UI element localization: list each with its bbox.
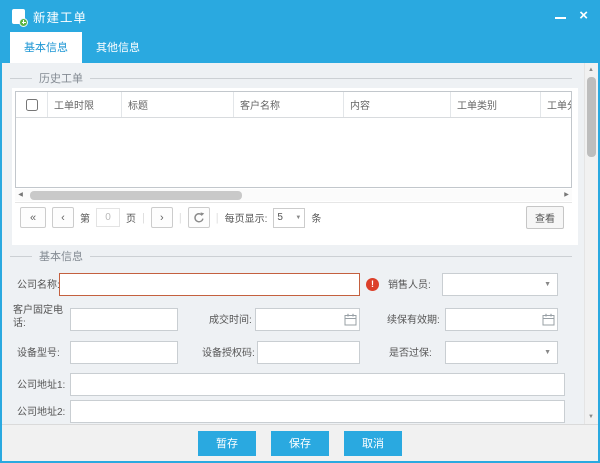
address1-input[interactable] (70, 373, 565, 396)
header-cell: 工单时限 (48, 92, 122, 117)
device-auth-code-input[interactable] (257, 341, 360, 364)
device-model-input[interactable] (70, 341, 178, 364)
header-cell: 工单分类 (541, 92, 572, 117)
table-header-row: 工单时限 标题 客户名称 内容 工单类别 工单分类 (16, 92, 571, 118)
page-prefix-label: 第 (80, 210, 90, 225)
cancel-button[interactable]: 取消 (344, 431, 402, 456)
per-page-select[interactable]: 5 ▼ (273, 208, 305, 228)
out-of-warranty-label: 是否过保: (389, 347, 432, 360)
legend-line (10, 256, 32, 257)
horizontal-scroll-track[interactable] (26, 189, 561, 201)
history-section-legend: 历史工单 (10, 70, 572, 86)
per-page-unit-label: 条 (311, 210, 321, 225)
header-cell: 内容 (344, 92, 451, 117)
header-cell-checkbox (16, 92, 48, 117)
dialog-content: 历史工单 工单时限 标题 客户名称 内容 工单类别 工单分类 (2, 63, 598, 424)
refresh-icon (193, 212, 205, 224)
chevron-down-icon: ▼ (544, 349, 551, 356)
customer-phone-input[interactable] (70, 308, 178, 331)
page-suffix-label: 页 (126, 210, 136, 225)
minimize-button[interactable] (555, 9, 567, 23)
new-work-order-dialog: 新建工单 × 基本信息 其他信息 历史工单 工单时限 标题 (0, 0, 600, 463)
tab-other-info[interactable]: 其他信息 (82, 32, 154, 63)
header-cell: 工单类别 (451, 92, 541, 117)
chevron-down-icon: ▼ (295, 215, 301, 221)
prev-page-button[interactable]: ‹ (52, 207, 74, 228)
tab-bar: 基本信息 其他信息 (2, 30, 598, 63)
view-button[interactable]: 查看 (526, 206, 564, 229)
tab-basic-info[interactable]: 基本信息 (10, 32, 82, 63)
company-name-label: 公司名称: (17, 279, 60, 292)
sales-person-label: 销售人员: (388, 279, 431, 292)
minimize-icon (555, 17, 566, 19)
device-auth-code-label: 设备授权码: (202, 347, 255, 360)
table-body-empty (16, 118, 571, 187)
renewal-validity-input[interactable] (445, 308, 558, 331)
chevron-down-icon: ▼ (544, 281, 551, 288)
history-panel: 工单时限 标题 客户名称 内容 工单类别 工单分类 ◀ ▶ « (12, 88, 578, 245)
plus-badge-icon (19, 18, 28, 27)
address2-input[interactable] (70, 400, 565, 423)
per-page-label: 每页显示: (225, 210, 268, 225)
legend-line (90, 256, 572, 257)
scroll-right-icon[interactable]: ▶ (561, 189, 572, 201)
horizontal-scrollbar: ◀ ▶ (15, 189, 572, 201)
pagination-bar: « ‹ 第 页 | › | | 每页显示: 5 ▼ (15, 202, 572, 232)
vertical-scroll-thumb[interactable] (587, 77, 596, 157)
basic-info-section-title: 基本信息 (32, 248, 90, 264)
select-all-checkbox[interactable] (26, 99, 38, 111)
company-name-input[interactable] (59, 273, 360, 296)
window-controls: × (555, 9, 588, 23)
scroll-left-icon[interactable]: ◀ (15, 189, 26, 201)
scroll-down-icon[interactable]: ▼ (585, 411, 597, 423)
separator: | (179, 212, 182, 224)
page-number-input[interactable] (96, 208, 120, 227)
titlebar: 新建工单 × (2, 2, 598, 30)
deal-time-label: 成交时间: (209, 314, 252, 327)
basic-info-section-legend: 基本信息 (10, 248, 572, 264)
separator: | (216, 212, 219, 224)
header-cell: 标题 (122, 92, 234, 117)
dialog-footer: 暂存 保存 取消 (2, 424, 598, 461)
save-button[interactable]: 保存 (271, 431, 329, 456)
history-table: 工单时限 标题 客户名称 内容 工单类别 工单分类 (15, 91, 572, 188)
legend-line (10, 78, 32, 79)
header-cell: 客户名称 (234, 92, 344, 117)
sales-person-select[interactable]: ▼ (442, 273, 558, 296)
dialog-title: 新建工单 (33, 7, 87, 26)
new-document-icon (12, 9, 25, 24)
customer-phone-label: 客户固定电话: (13, 304, 70, 330)
out-of-warranty-select[interactable]: ▼ (445, 341, 558, 364)
legend-line (90, 78, 572, 79)
deal-time-input[interactable] (255, 308, 360, 331)
required-error-icon: ! (366, 278, 379, 291)
per-page-value: 5 (277, 212, 283, 223)
close-button[interactable]: × (579, 9, 588, 23)
address2-label: 公司地址2: (17, 406, 65, 419)
address1-label: 公司地址1: (17, 379, 65, 392)
refresh-button[interactable] (188, 207, 210, 228)
history-section-title: 历史工单 (32, 70, 90, 86)
horizontal-scroll-thumb[interactable] (30, 191, 242, 200)
device-model-label: 设备型号: (17, 347, 60, 360)
next-page-button[interactable]: › (151, 207, 173, 228)
renewal-validity-label: 续保有效期: (387, 314, 440, 327)
first-page-button[interactable]: « (20, 207, 46, 228)
scroll-up-icon[interactable]: ▲ (585, 64, 597, 76)
vertical-scrollbar: ▲ ▼ (584, 63, 597, 424)
temp-save-button[interactable]: 暂存 (198, 431, 256, 456)
separator: | (142, 212, 145, 224)
